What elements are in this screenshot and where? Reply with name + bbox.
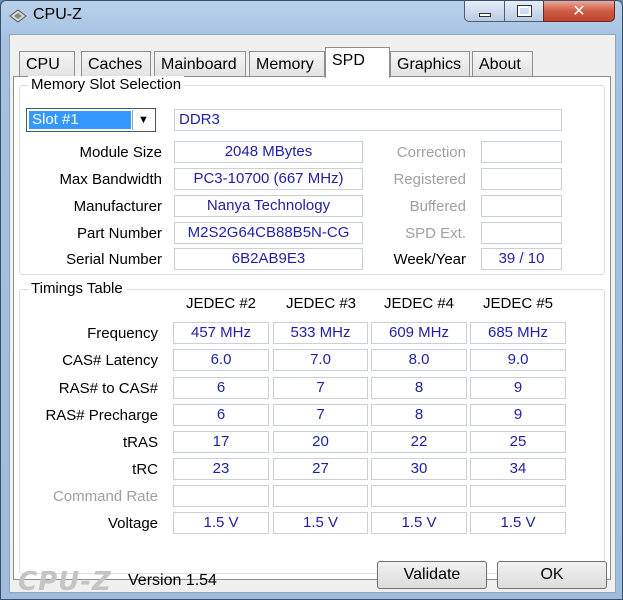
timing-cell: 533 MHz <box>273 322 368 344</box>
cpu-z-brand-logo: CPU-Z <box>18 567 112 597</box>
timing-cell: 7 <box>273 377 368 399</box>
serial-number-label: Serial Number <box>66 251 162 268</box>
validate-button[interactable]: Validate <box>377 561 487 589</box>
timing-cell: 25 <box>470 431 566 453</box>
tab-caches[interactable]: Caches <box>81 51 151 77</box>
timing-cell: 34 <box>470 458 566 480</box>
version-label: Version 1.54 <box>128 572 217 589</box>
ras-precharge-label: RAS# Precharge <box>45 407 158 424</box>
column-header-jedec-2: JEDEC #2 <box>185 295 257 312</box>
timings-table-group: Timings Table JEDEC #2 JEDEC #3 JEDEC #4… <box>19 280 605 574</box>
tab-about[interactable]: About <box>472 51 533 77</box>
timing-cell: 457 MHz <box>173 322 269 344</box>
timing-cell: 685 MHz <box>470 322 566 344</box>
tab-spd[interactable]: SPD <box>325 47 390 78</box>
close-button[interactable]: ✕ <box>543 1 615 22</box>
memory-type-field: DDR3 <box>174 109 562 131</box>
max-bandwidth-label: Max Bandwidth <box>59 171 162 188</box>
max-bandwidth-value: PC3-10700 (667 MHz) <box>174 168 363 190</box>
timing-cell: 22 <box>371 431 467 453</box>
title-bar[interactable]: CPU-Z ✕ <box>1 1 622 35</box>
frequency-label: Frequency <box>87 325 158 342</box>
timing-cell: 7.0 <box>273 349 368 371</box>
slot-dropdown[interactable]: Slot #1 ▼ <box>26 108 156 132</box>
column-header-jedec-4: JEDEC #4 <box>383 295 455 312</box>
voltage-label: Voltage <box>107 515 158 532</box>
timing-cell: 6 <box>173 377 269 399</box>
minimize-icon <box>478 13 491 17</box>
correction-label: Correction <box>396 144 466 161</box>
timing-cell: 27 <box>273 458 368 480</box>
slot-dropdown-value: Slot #1 <box>29 111 131 129</box>
cpu-z-window: CPU-Z ✕ CPU Caches Mainboard Memory SPD … <box>0 0 623 600</box>
timing-cell <box>470 485 566 507</box>
tab-graphics[interactable]: Graphics <box>390 51 470 77</box>
timing-cell: 1.5 V <box>173 512 269 534</box>
client-area: CPU Caches Mainboard Memory SPD Graphics… <box>9 34 616 597</box>
ras-to-cas-label: RAS# to CAS# <box>58 380 158 397</box>
minimize-button[interactable] <box>464 1 505 22</box>
module-size-value: 2048 MBytes <box>174 141 363 163</box>
tab-mainboard[interactable]: Mainboard <box>154 51 246 77</box>
timing-cell: 9.0 <box>470 349 566 371</box>
registered-label: Registered <box>393 171 466 188</box>
timing-cell: 7 <box>273 404 368 426</box>
window-title: CPU-Z <box>33 6 82 23</box>
timing-cell: 8 <box>371 377 467 399</box>
timing-cell: 1.5 V <box>470 512 566 534</box>
ok-button[interactable]: OK <box>497 561 607 589</box>
timing-cell: 20 <box>273 431 368 453</box>
week-year-label: Week/Year <box>393 251 466 268</box>
timing-cell <box>273 485 368 507</box>
buffered-value <box>481 195 562 217</box>
spd-tab-panel: Memory Slot Selection Slot #1 ▼ DDR3 Mod… <box>13 76 611 580</box>
command-rate-label: Command Rate <box>52 488 158 505</box>
memory-slot-selection-group: Memory Slot Selection Slot #1 ▼ DDR3 Mod… <box>19 76 605 275</box>
timing-cell: 17 <box>173 431 269 453</box>
timing-cell: 30 <box>371 458 467 480</box>
manufacturer-value: Nanya Technology <box>174 195 363 217</box>
chevron-down-icon[interactable]: ▼ <box>132 110 154 130</box>
part-number-value: M2S2G64CB88B5N-CG <box>174 222 363 244</box>
memory-slot-selection-label: Memory Slot Selection <box>28 76 185 93</box>
maximize-button[interactable] <box>504 1 544 22</box>
maximize-icon <box>516 5 532 17</box>
timing-cell <box>371 485 467 507</box>
timing-cell: 23 <box>173 458 269 480</box>
timing-cell: 6 <box>173 404 269 426</box>
spd-ext-value <box>481 222 562 244</box>
serial-number-value: 6B2AB9E3 <box>174 248 363 270</box>
close-icon: ✕ <box>572 3 586 20</box>
timing-cell: 1.5 V <box>371 512 467 534</box>
timing-cell: 8 <box>371 404 467 426</box>
timing-cell: 6.0 <box>173 349 269 371</box>
manufacturer-label: Manufacturer <box>73 198 162 215</box>
column-header-jedec-5: JEDEC #5 <box>482 295 554 312</box>
column-header-jedec-3: JEDEC #3 <box>285 295 357 312</box>
timing-cell <box>173 485 269 507</box>
timings-table-label: Timings Table <box>28 280 126 297</box>
timing-cell: 9 <box>470 404 566 426</box>
tras-label: tRAS <box>122 434 158 451</box>
part-number-label: Part Number <box>76 225 162 242</box>
module-size-label: Module Size <box>79 144 162 161</box>
timing-cell: 8.0 <box>371 349 467 371</box>
correction-value <box>481 141 562 163</box>
tab-cpu[interactable]: CPU <box>19 51 75 77</box>
trc-label: tRC <box>132 461 158 478</box>
tab-memory[interactable]: Memory <box>249 51 325 77</box>
timing-cell: 609 MHz <box>371 322 467 344</box>
buffered-label: Buffered <box>409 198 466 215</box>
timing-cell: 1.5 V <box>273 512 368 534</box>
registered-value <box>481 168 562 190</box>
spd-ext-label: SPD Ext. <box>405 225 466 242</box>
timing-cell: 9 <box>470 377 566 399</box>
week-year-value: 39 / 10 <box>481 248 562 270</box>
cpu-z-app-icon <box>9 9 27 23</box>
cas-latency-label: CAS# Latency <box>62 352 158 369</box>
